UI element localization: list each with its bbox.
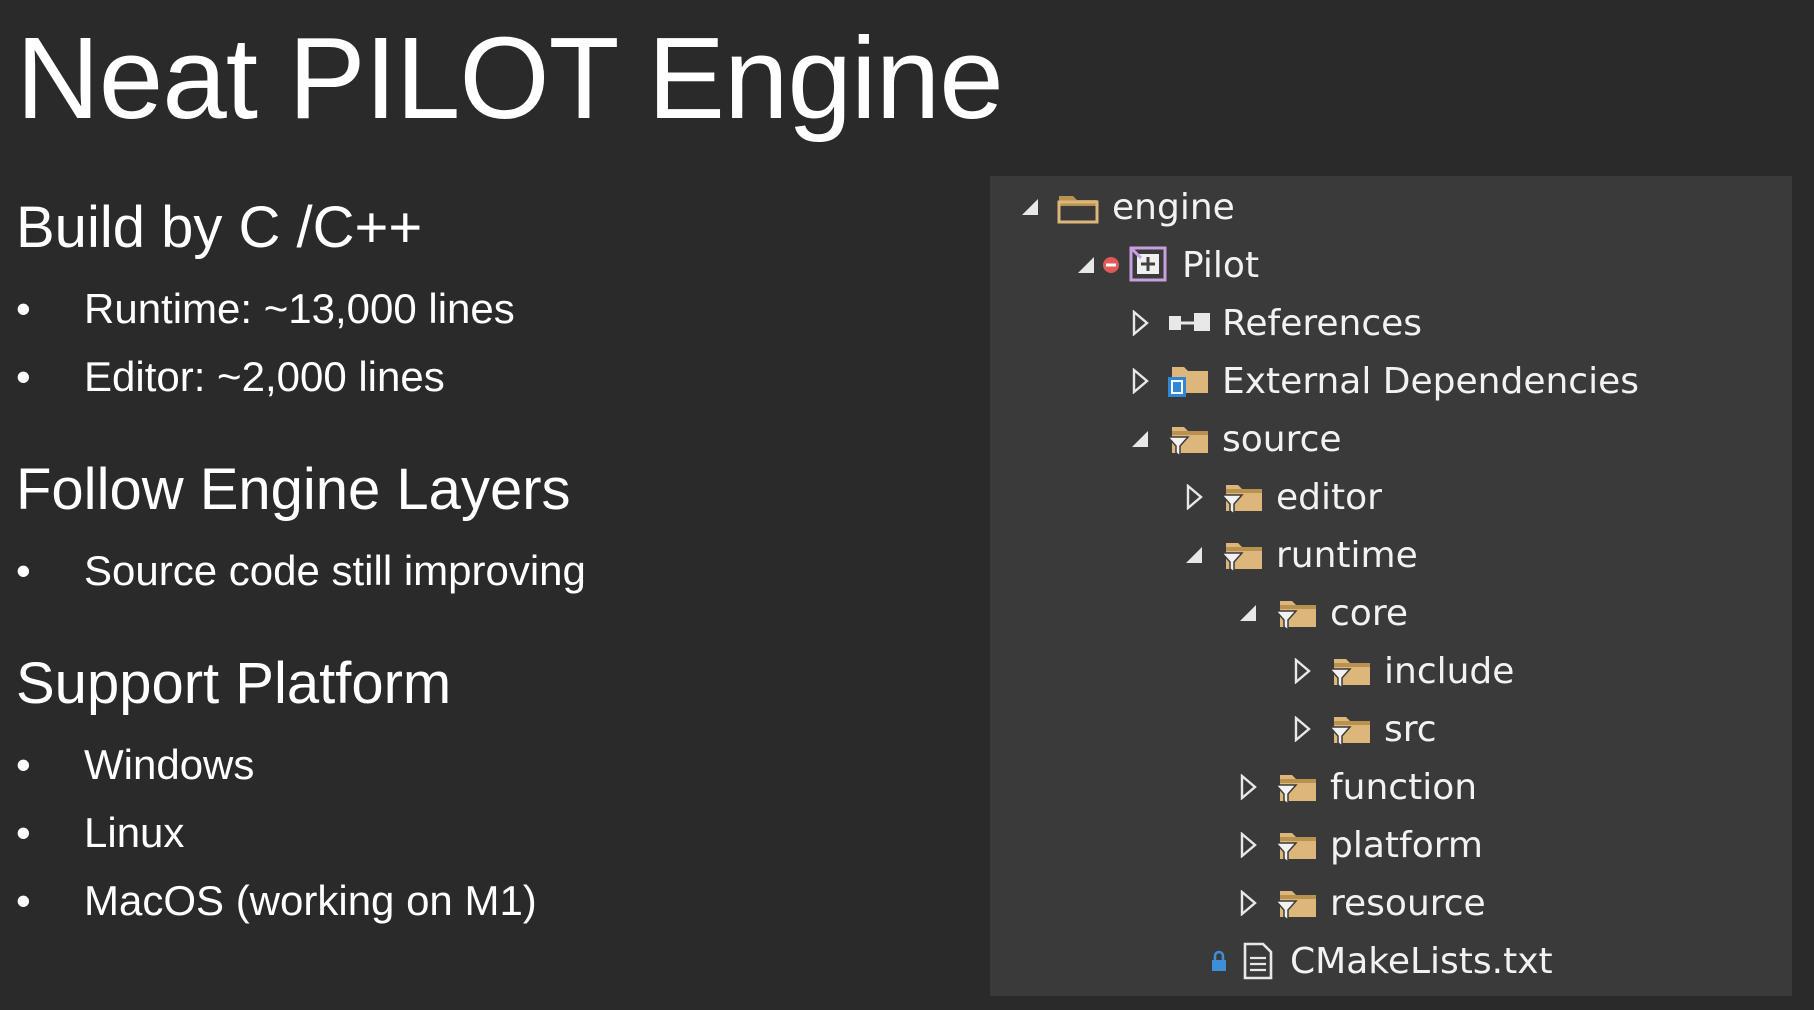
collapsed-arrow-icon[interactable]: [1180, 477, 1208, 517]
filter-folder-icon: [1166, 419, 1212, 459]
bullet-text: Source code still improving: [84, 547, 586, 594]
filter-folder-icon: [1274, 767, 1320, 807]
tree-item-source[interactable]: source: [1126, 414, 1342, 464]
bullet-item: • MacOS (working on M1): [16, 876, 537, 926]
bullet-dot: •: [16, 809, 31, 856]
section-heading-build: Build by C /C++: [16, 195, 423, 260]
bullet-dot: •: [16, 547, 31, 594]
expanded-arrow-icon[interactable]: [1126, 419, 1154, 459]
tree-item-label: Pilot: [1182, 244, 1260, 286]
bullet-dot: •: [16, 877, 31, 924]
lock-icon: [1208, 946, 1230, 976]
tree-item-references[interactable]: References: [1126, 298, 1422, 348]
bullet-item: • Windows: [16, 740, 254, 790]
tree-item-function[interactable]: function: [1234, 762, 1477, 812]
collapsed-arrow-icon[interactable]: [1126, 303, 1154, 343]
bullet-item: • Runtime: ~13,000 lines: [16, 284, 515, 334]
project-icon: [1126, 245, 1172, 285]
filter-folder-icon: [1274, 825, 1320, 865]
tree-item-engine[interactable]: engine: [1016, 182, 1235, 232]
bullet-item: • Editor: ~2,000 lines: [16, 352, 445, 402]
error-icon: [1100, 250, 1122, 280]
tree-item-external-dependencies[interactable]: External Dependencies: [1126, 356, 1639, 406]
tree-item-label: CMakeLists.txt: [1290, 940, 1553, 982]
collapsed-arrow-icon[interactable]: [1234, 883, 1262, 923]
tree-item-label: src: [1384, 708, 1437, 750]
tree-item-label: editor: [1276, 476, 1382, 518]
tree-item-label: engine: [1112, 186, 1235, 228]
external-dependencies-icon: [1166, 361, 1212, 401]
collapsed-arrow-icon[interactable]: [1126, 361, 1154, 401]
tree-item-label: References: [1222, 302, 1423, 344]
tree-item-core[interactable]: core: [1234, 588, 1408, 638]
filter-folder-icon: [1274, 883, 1320, 923]
bullet-text: MacOS (working on M1): [84, 877, 537, 924]
bullet-dot: •: [16, 353, 31, 400]
slide-title: Neat PILOT Engine: [16, 13, 1004, 143]
bullet-text: Linux: [84, 809, 185, 856]
tree-item-label: platform: [1330, 824, 1483, 866]
text-file-icon: [1234, 941, 1280, 981]
bullet-text: Runtime: ~13,000 lines: [84, 285, 515, 332]
tree-item-label: External Dependencies: [1222, 360, 1640, 402]
folder-open-icon: [1056, 187, 1102, 227]
bullet-text: Windows: [84, 741, 255, 788]
tree-item-pilot[interactable]: Pilot: [1072, 240, 1259, 290]
references-icon: [1166, 303, 1212, 343]
bullet-dot: •: [16, 741, 31, 788]
solution-tree-panel: engine Pilot References External Dependenci…: [990, 176, 1792, 996]
tree-item-label: resource: [1330, 882, 1486, 924]
tree-item-cmakelists-txt[interactable]: CMakeLists.txt: [1180, 936, 1553, 986]
collapsed-arrow-icon[interactable]: [1288, 709, 1316, 749]
tree-item-editor[interactable]: editor: [1180, 472, 1382, 522]
collapsed-arrow-icon[interactable]: [1288, 651, 1316, 691]
expanded-arrow-icon[interactable]: [1016, 187, 1044, 227]
filter-folder-icon: [1220, 535, 1266, 575]
tree-item-runtime[interactable]: runtime: [1180, 530, 1418, 580]
tree-item-label: function: [1330, 766, 1478, 808]
expanded-arrow-icon[interactable]: [1180, 535, 1208, 575]
tree-item-label: source: [1222, 418, 1342, 460]
tree-item-resource[interactable]: resource: [1234, 878, 1486, 928]
tree-toggle-spacer: [1180, 941, 1208, 981]
section-heading-platform: Support Platform: [16, 651, 452, 716]
filter-folder-icon: [1274, 593, 1320, 633]
bullet-text: Editor: ~2,000 lines: [84, 353, 445, 400]
bullet-dot: •: [16, 285, 31, 332]
expanded-arrow-icon[interactable]: [1234, 593, 1262, 633]
tree-item-platform[interactable]: platform: [1234, 820, 1483, 870]
bullet-item: • Linux: [16, 808, 184, 858]
filter-folder-icon: [1328, 651, 1374, 691]
tree-item-label: include: [1384, 650, 1515, 692]
collapsed-arrow-icon[interactable]: [1234, 767, 1262, 807]
tree-item-label: runtime: [1276, 534, 1418, 576]
expanded-arrow-icon[interactable]: [1072, 245, 1100, 285]
collapsed-arrow-icon[interactable]: [1234, 825, 1262, 865]
tree-item-src[interactable]: src: [1288, 704, 1437, 754]
section-heading-layers: Follow Engine Layers: [16, 457, 571, 522]
tree-item-include[interactable]: include: [1288, 646, 1514, 696]
filter-folder-icon: [1220, 477, 1266, 517]
tree-item-label: core: [1330, 592, 1408, 634]
bullet-item: • Source code still improving: [16, 546, 586, 596]
filter-folder-icon: [1328, 709, 1374, 749]
